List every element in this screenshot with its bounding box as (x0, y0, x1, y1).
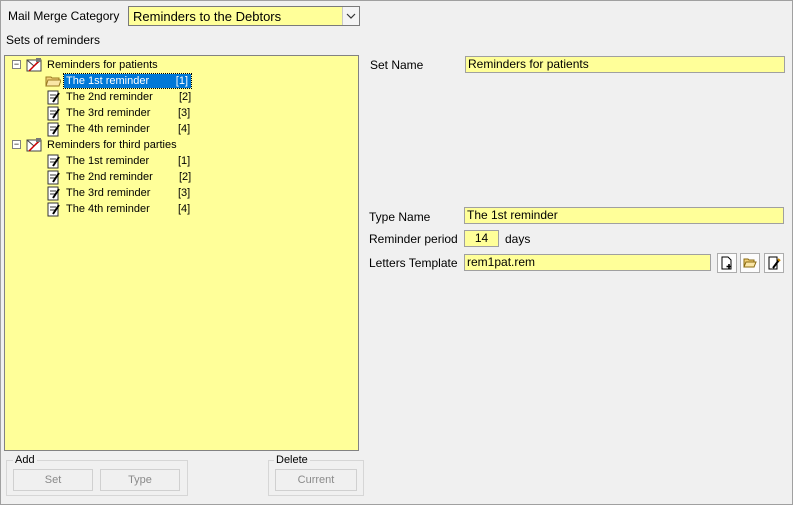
tree-item-key: [3] (178, 107, 191, 119)
tree-item-label: The 3rd reminder (66, 187, 151, 199)
delete-current-button[interactable]: Current (275, 469, 357, 491)
edit-document-icon (768, 256, 781, 270)
document-edit-icon (47, 202, 60, 217)
add-type-button[interactable]: Type (100, 469, 180, 491)
tree-item[interactable]: The 2nd reminder [2] (45, 169, 191, 185)
document-edit-icon (47, 122, 60, 137)
document-edit-icon (47, 154, 60, 169)
tree-item-label: The 1st reminder (66, 155, 150, 167)
set-name-field[interactable]: Reminders for patients (465, 56, 785, 73)
edit-template-button[interactable] (764, 253, 784, 273)
chevron-down-icon[interactable] (342, 7, 359, 25)
category-value: Reminders to the Debtors (133, 9, 282, 24)
tree-item-label: The 2nd reminder (66, 171, 153, 183)
tree-group-label: Reminders for patients (47, 59, 158, 71)
tree-item-key: [3] (178, 187, 191, 199)
mail-set-icon (26, 138, 42, 152)
template-field[interactable]: rem1pat.rem (464, 254, 711, 271)
document-edit-icon (47, 90, 60, 105)
tree-group-third-parties[interactable]: Reminders for third parties (26, 137, 179, 153)
tree-item-key: [4] (178, 203, 191, 215)
period-unit: days (505, 232, 531, 246)
reminder-tree[interactable]: − Reminders for patients The 1st reminde… (4, 55, 359, 451)
new-template-button[interactable] (717, 253, 737, 273)
add-set-button[interactable]: Set (13, 469, 93, 491)
tree-item-label: The 3rd reminder (66, 107, 151, 119)
tree-group-patients[interactable]: Reminders for patients (26, 57, 160, 73)
set-name-label: Set Name (370, 58, 424, 72)
type-name-field[interactable]: The 1st reminder (464, 207, 784, 224)
collapse-icon[interactable]: − (12, 60, 21, 69)
mail-set-icon (26, 58, 42, 72)
period-field[interactable]: 14 (464, 230, 499, 247)
tree-item-label: The 1st reminder (66, 75, 150, 87)
add-group-title: Add (13, 454, 37, 466)
tree-item-key: [2] (179, 171, 192, 183)
open-folder-icon (743, 258, 757, 268)
open-template-button[interactable] (740, 253, 760, 273)
tree-item-key: [2] (179, 91, 192, 103)
category-combobox[interactable]: Reminders to the Debtors (128, 6, 360, 26)
tree-item[interactable]: The 4th reminder [4] (45, 201, 190, 217)
tree-item[interactable]: The 4th reminder [4] (45, 121, 190, 137)
tree-item-label: The 4th reminder (66, 123, 150, 135)
main-panel: Mail Merge Category Reminders to the Deb… (0, 0, 793, 505)
tree-item[interactable]: The 1st reminder [1] (45, 73, 192, 89)
template-label: Letters Template (369, 256, 458, 270)
document-edit-icon (47, 106, 60, 121)
category-label: Mail Merge Category (8, 9, 120, 23)
open-folder-icon (45, 76, 61, 87)
tree-item-key: [1] (175, 75, 188, 87)
tree-item[interactable]: The 2nd reminder [2] (45, 89, 191, 105)
document-edit-icon (47, 186, 60, 201)
type-name-label: Type Name (369, 210, 431, 224)
sets-label: Sets of reminders (6, 33, 101, 47)
new-document-icon (721, 256, 732, 270)
tree-group-label: Reminders for third parties (47, 139, 177, 151)
tree-item-key: [4] (178, 123, 191, 135)
collapse-icon[interactable]: − (12, 140, 21, 149)
period-label: Reminder period (369, 232, 458, 246)
tree-item[interactable]: The 3rd reminder [3] (45, 185, 190, 201)
tree-item-label: The 2nd reminder (66, 91, 153, 103)
delete-group-title: Delete (274, 454, 310, 466)
tree-item[interactable]: The 1st reminder [1] (45, 153, 190, 169)
document-edit-icon (47, 170, 60, 185)
tree-item-key: [1] (178, 155, 191, 167)
tree-item-label: The 4th reminder (66, 203, 150, 215)
tree-item[interactable]: The 3rd reminder [3] (45, 105, 190, 121)
